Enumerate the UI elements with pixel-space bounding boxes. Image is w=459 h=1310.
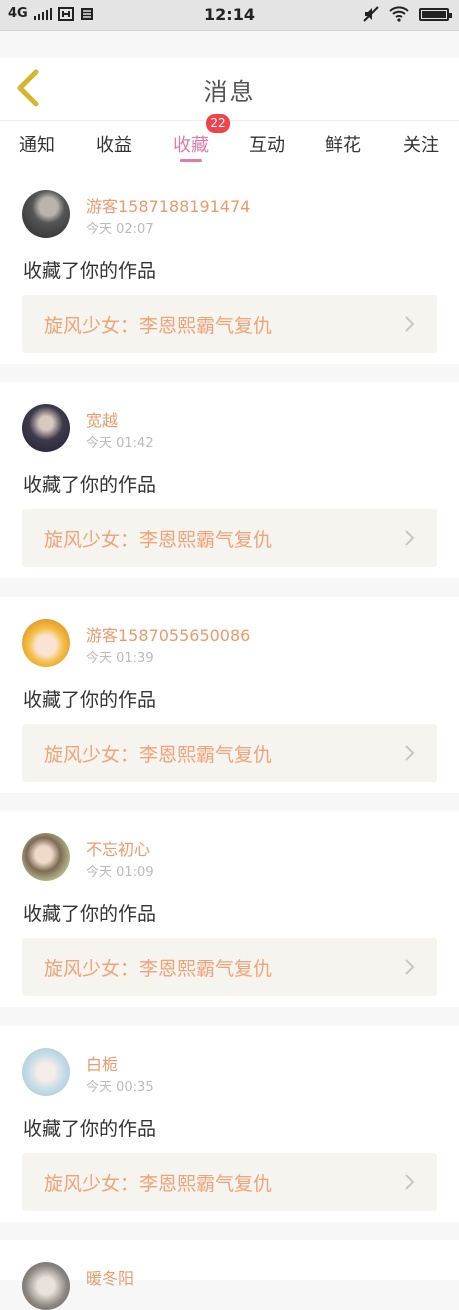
user-avatar[interactable]	[22, 1262, 70, 1310]
active-tab-indicator	[180, 159, 202, 162]
username[interactable]: 白栀	[86, 1051, 118, 1075]
message-time: 今天 00:35	[86, 1080, 154, 1095]
username[interactable]: 宽越	[86, 407, 118, 431]
message-time: 今天 01:39	[86, 651, 154, 666]
message-card: 不忘初心 今天 01:09 收藏了你的作品 旋风少女：李恩熙霸气复仇	[0, 811, 459, 1007]
message-text: 收藏了你的作品	[23, 1118, 157, 1140]
page-title: 消息	[203, 78, 256, 106]
work-link[interactable]: 旋风少女：李恩熙霸气复仇	[22, 938, 437, 996]
work-title: 旋风少女：李恩熙霸气复仇	[44, 958, 273, 980]
user-avatar[interactable]	[22, 1048, 70, 1096]
tab-flowers[interactable]: 鲜花	[325, 131, 361, 157]
tab-interaction[interactable]: 互动	[249, 131, 285, 157]
work-title: 旋风少女：李恩熙霸气复仇	[44, 1173, 273, 1195]
tab-favorites[interactable]: 收藏	[173, 131, 209, 157]
message-text: 收藏了你的作品	[23, 260, 157, 282]
chevron-right-icon	[405, 745, 415, 761]
username[interactable]: 游客1587188191474	[86, 193, 250, 217]
username[interactable]: 游客1587055650086	[86, 622, 250, 646]
work-title: 旋风少女：李恩熙霸气复仇	[44, 744, 273, 766]
favorites-count-badge: 22	[205, 113, 231, 134]
message-card: 游客1587055650086 今天 01:39 收藏了你的作品 旋风少女：李恩…	[0, 597, 459, 793]
work-title: 旋风少女：李恩熙霸气复仇	[44, 315, 273, 337]
user-avatar[interactable]	[22, 404, 70, 452]
chevron-right-icon	[405, 959, 415, 975]
tab-earnings[interactable]: 收益	[96, 131, 132, 157]
message-text: 收藏了你的作品	[23, 474, 157, 496]
message-card: 游客1587188191474 今天 02:07 收藏了你的作品 旋风少女：李恩…	[0, 168, 459, 364]
mute-icon	[363, 6, 379, 22]
username[interactable]: 暖冬阳	[86, 1265, 134, 1289]
page-header: 消息	[0, 58, 459, 120]
user-avatar[interactable]	[22, 190, 70, 238]
message-text: 收藏了你的作品	[23, 689, 157, 711]
message-time: 今天 01:09	[86, 865, 154, 880]
message-card: 宽越 今天 01:42 收藏了你的作品 旋风少女：李恩熙霸气复仇	[0, 382, 459, 578]
work-link[interactable]: 旋风少女：李恩熙霸气复仇	[22, 1153, 437, 1211]
chevron-right-icon	[405, 530, 415, 546]
message-text: 收藏了你的作品	[23, 903, 157, 925]
status-bar: 4G 12:14	[0, 0, 459, 31]
work-title: 旋风少女：李恩熙霸气复仇	[44, 529, 273, 551]
message-time: 今天 01:42	[86, 436, 154, 451]
message-card: 白栀 今天 00:35 收藏了你的作品 旋风少女：李恩熙霸气复仇	[0, 1026, 459, 1222]
chevron-right-icon	[405, 1174, 415, 1190]
message-time: 今天 02:07	[86, 222, 154, 237]
username[interactable]: 不忘初心	[86, 836, 150, 860]
wifi-icon	[389, 6, 409, 22]
battery-icon	[419, 7, 452, 21]
work-link[interactable]: 旋风少女：李恩熙霸气复仇	[22, 509, 437, 567]
work-link[interactable]: 旋风少女：李恩熙霸气复仇	[22, 724, 437, 782]
user-avatar[interactable]	[22, 833, 70, 881]
work-link[interactable]: 旋风少女：李恩熙霸气复仇	[22, 295, 437, 353]
user-avatar[interactable]	[22, 619, 70, 667]
status-right	[363, 6, 452, 22]
message-card: 暖冬阳	[0, 1240, 459, 1310]
chevron-right-icon	[405, 316, 415, 332]
tab-follow[interactable]: 关注	[403, 131, 439, 157]
tab-notification[interactable]: 通知	[19, 131, 55, 157]
